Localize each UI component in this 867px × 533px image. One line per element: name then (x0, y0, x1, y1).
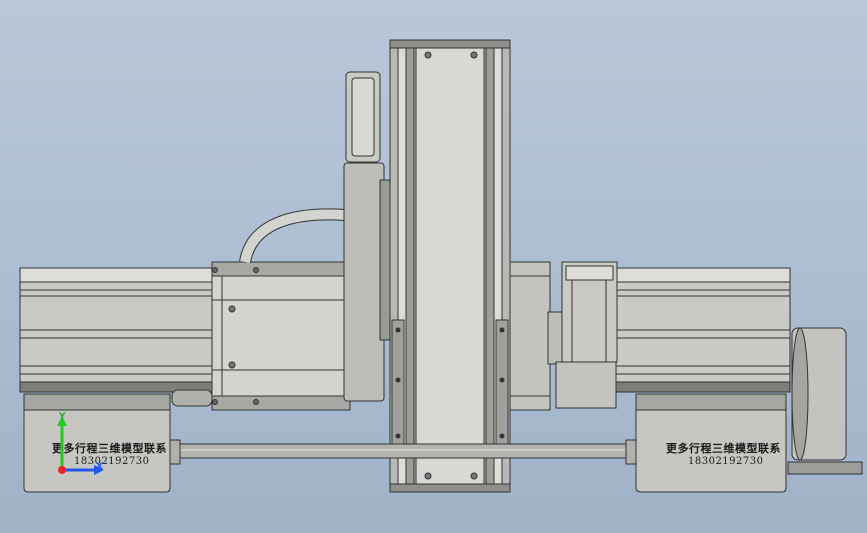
end-cap-cylinder (787, 327, 863, 475)
servo-motor (547, 261, 618, 409)
cad-viewport[interactable]: 更多行程三维模型联系 18302192730 更多行程三维模型联系 183021… (0, 0, 867, 533)
vertical-column (389, 39, 511, 493)
upper-bracket (343, 71, 391, 402)
horizontal-beam-left (19, 267, 221, 393)
x-axis-label: X (96, 462, 103, 472)
axis-triad-icon (57, 416, 104, 475)
cable-drag-chain (239, 208, 346, 264)
right-mount-phone: 18302192730 (688, 456, 764, 467)
carriage-block (211, 261, 351, 411)
guide-rod (171, 443, 633, 459)
y-axis-label: Y (59, 412, 66, 422)
right-carriage (509, 261, 551, 411)
right-mount-label: 更多行程三维模型联系 (666, 442, 781, 455)
horizontal-beam-right (614, 267, 791, 393)
